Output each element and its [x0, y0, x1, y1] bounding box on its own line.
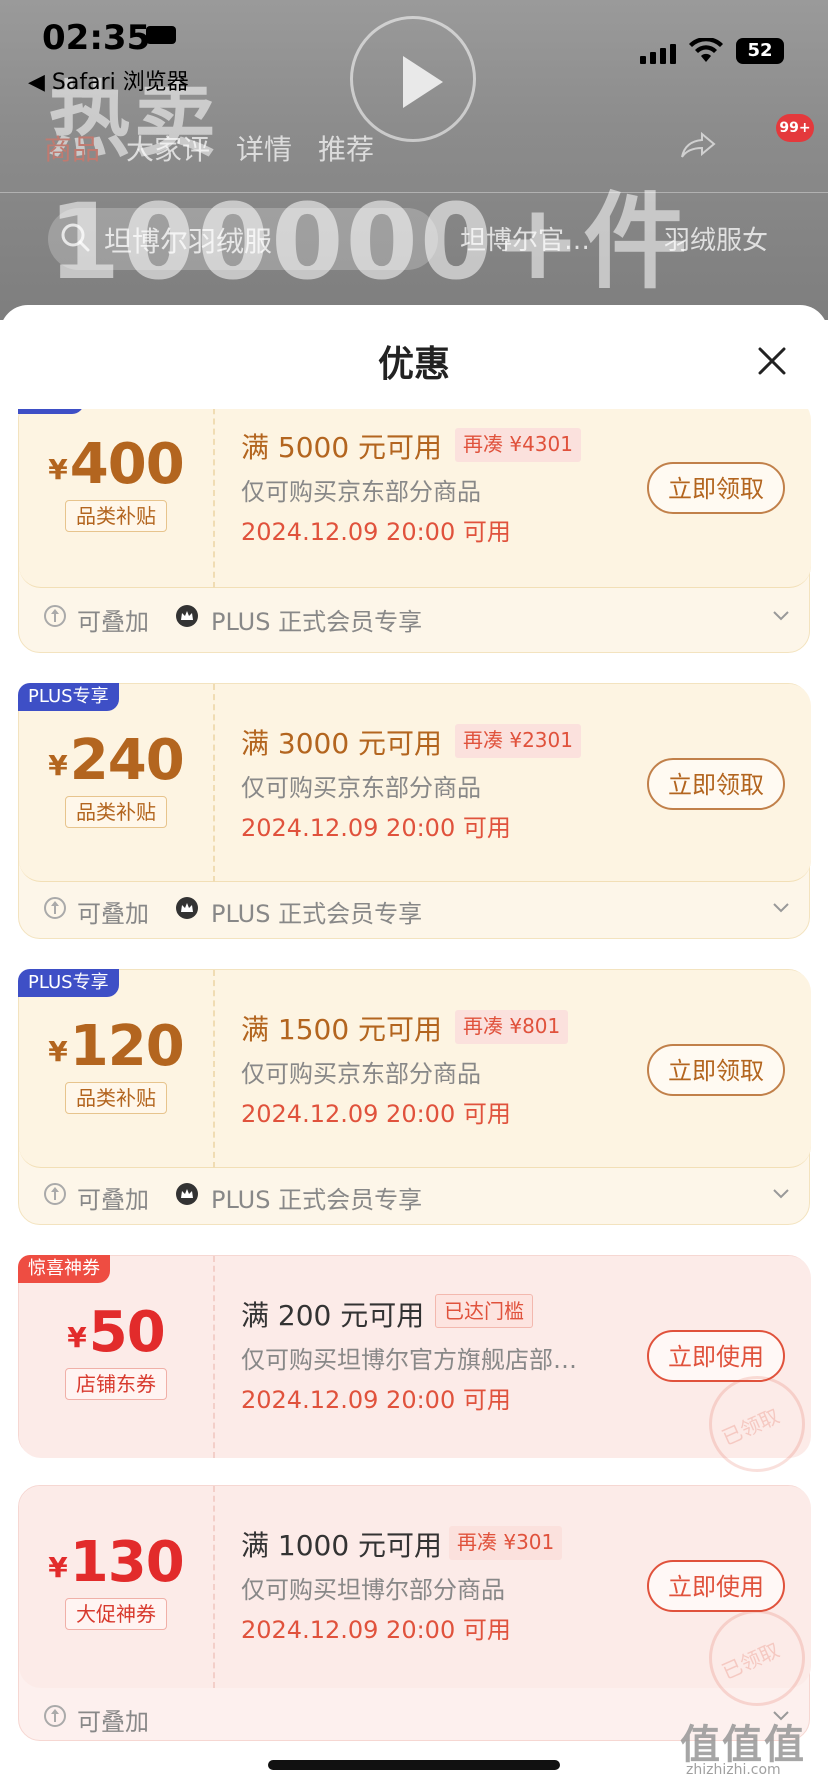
cart-count-badge: 99+ — [776, 114, 814, 142]
home-indicator[interactable] — [268, 1760, 560, 1770]
plus-member-label: PLUS 正式会员专享 — [211, 608, 423, 636]
use-button[interactable]: 立即使用 — [647, 1560, 785, 1612]
site-watermark-url: zhizhizhi.com — [686, 1762, 781, 1778]
chevron-down-icon[interactable] — [771, 1184, 791, 1204]
chevron-down-icon[interactable] — [771, 898, 791, 918]
plus-badge: PLUS专享 — [18, 683, 119, 711]
coupon-type-tag: 品类补贴 — [65, 500, 167, 532]
stackable-icon — [44, 605, 66, 627]
tab-details[interactable]: 详情 — [236, 128, 292, 168]
coupon-footer[interactable]: 可叠加 PLUS 正式会员专享 — [19, 1166, 811, 1222]
coupon-condition: 满 1000 元可用 — [241, 1529, 443, 1562]
search-tag-official[interactable]: 坦博尔官… — [460, 220, 590, 257]
coupon-scope: 仅可购买京东部分商品 — [241, 774, 481, 802]
crown-icon — [176, 1183, 198, 1205]
product-nav-tabs: 商品 大家评 详情 推荐 — [44, 128, 374, 168]
coupon-card: ¥130 大促神券 满 1000 元可用 再凑 ¥301 仅可购买坦博尔部分商品… — [18, 1485, 811, 1741]
stackable-label: 可叠加 — [77, 1708, 149, 1736]
stackable-icon — [44, 897, 66, 919]
coupon-valid-date: 2024.12.09 20:00 可用 — [241, 814, 511, 842]
crown-icon — [176, 897, 198, 919]
coupon-scope: 仅可购买坦博尔部分商品 — [241, 1576, 505, 1604]
coupon-scope: 仅可购买京东部分商品 — [241, 478, 481, 506]
wifi-icon — [689, 38, 723, 62]
tab-recommend[interactable]: 推荐 — [318, 128, 374, 168]
plus-member-label: PLUS 正式会员专享 — [211, 1186, 423, 1214]
coupon-card: PLUS专享 ¥120 品类补贴 满 1500 元可用 再凑 ¥801 仅可购买… — [18, 969, 811, 1225]
stackable-label: 可叠加 — [77, 608, 149, 636]
tab-product[interactable]: 商品 — [44, 128, 100, 168]
coupon-valid-date: 2024.12.09 20:00 可用 — [241, 518, 511, 546]
coupon-type-tag: 大促神券 — [65, 1598, 167, 1630]
coupon-amount: ¥240 — [48, 728, 184, 793]
claim-button[interactable]: 立即领取 — [647, 758, 785, 810]
coupon-card: 惊喜神券 ¥50 店铺东券 满 200 元可用 已达门槛 仅可购买坦博尔官方旗舰… — [18, 1255, 811, 1472]
plus-member-label: PLUS 正式会员专享 — [211, 900, 423, 928]
claimed-stamp: 已领取 — [709, 1376, 805, 1472]
share-icon[interactable] — [680, 132, 716, 158]
stackable-icon — [44, 1183, 66, 1205]
coupon-type-tag: 店铺东券 — [65, 1368, 167, 1400]
status-time: 02:35 — [42, 18, 151, 58]
coupon-card: ¥400 品类补贴 满 5000 元可用 再凑 ¥4301 仅可购买京东部分商品… — [18, 409, 811, 653]
cellular-signal-icon — [640, 44, 676, 64]
search-icon — [61, 223, 90, 252]
coupon-type-tag: 品类补贴 — [65, 796, 167, 828]
coupon-amount: ¥50 — [67, 1300, 165, 1365]
coupon-scope: 仅可购买京东部分商品 — [241, 1060, 481, 1088]
divider — [213, 970, 215, 1168]
plus-badge — [18, 409, 84, 414]
stackable-label: 可叠加 — [77, 1186, 149, 1214]
coupon-scope: 仅可购买坦博尔官方旗舰店部… — [241, 1346, 577, 1374]
coupon-footer[interactable]: 可叠加 PLUS 正式会员专享 — [19, 880, 811, 936]
surprise-badge: 惊喜神券 — [18, 1255, 110, 1283]
chevron-down-icon[interactable] — [771, 606, 791, 626]
coupon-condition: 满 1500 元可用 — [241, 1013, 443, 1046]
divider — [213, 1486, 215, 1688]
claim-button[interactable]: 立即领取 — [647, 1044, 785, 1096]
divider — [0, 192, 828, 193]
amount-needed-tag: 再凑 ¥301 — [449, 1526, 563, 1560]
coupon-amount: ¥130 — [48, 1530, 184, 1595]
coupon-condition: 满 200 元可用 — [241, 1299, 425, 1332]
coupon-list[interactable]: ¥400 品类补贴 满 5000 元可用 再凑 ¥4301 仅可购买京东部分商品… — [0, 409, 828, 1792]
stackable-icon — [44, 1705, 66, 1727]
divider — [213, 684, 215, 882]
threshold-reached-tag: 已达门槛 — [435, 1294, 533, 1328]
tab-reviews[interactable]: 大家评 — [126, 128, 210, 168]
coupon-amount: ¥400 — [48, 432, 184, 497]
product-page-background: 热卖 100000+件 02:35 ◀ Safari 浏览器 52 商品 大家评… — [0, 0, 828, 320]
amount-needed-tag: 再凑 ¥4301 — [455, 428, 581, 462]
sleep-focus-icon — [146, 26, 176, 44]
coupon-sheet: 优惠 ¥400 品类补贴 满 5000 元可用 再凑 ¥4301 仅可购买京东部… — [0, 305, 828, 1792]
coupon-footer[interactable]: 可叠加 PLUS 正式会员专享 — [19, 588, 811, 644]
coupon-valid-date: 2024.12.09 20:00 可用 — [241, 1386, 511, 1414]
stackable-label: 可叠加 — [77, 900, 149, 928]
search-tag-down-jacket[interactable]: 羽绒服女 — [664, 220, 768, 257]
claim-button[interactable]: 立即领取 — [647, 462, 785, 514]
search-query: 坦博尔羽绒服 — [104, 225, 273, 258]
coupon-condition: 满 3000 元可用 — [241, 727, 443, 760]
crown-icon — [176, 605, 198, 627]
video-play-button[interactable] — [350, 16, 476, 142]
battery-indicator: 52 — [736, 38, 784, 64]
coupon-card: PLUS专享 ¥240 品类补贴 满 3000 元可用 再凑 ¥2301 仅可购… — [18, 683, 811, 939]
coupon-condition: 满 5000 元可用 — [241, 431, 443, 464]
amount-needed-tag: 再凑 ¥801 — [455, 1010, 569, 1044]
sheet-title: 优惠 — [377, 344, 450, 385]
divider — [213, 1256, 215, 1458]
plus-badge: PLUS专享 — [18, 969, 119, 997]
coupon-valid-date: 2024.12.09 20:00 可用 — [241, 1100, 511, 1128]
use-button[interactable]: 立即使用 — [647, 1330, 785, 1382]
coupon-valid-date: 2024.12.09 20:00 可用 — [241, 1616, 511, 1644]
coupon-type-tag: 品类补贴 — [65, 1082, 167, 1114]
amount-needed-tag: 再凑 ¥2301 — [455, 724, 581, 758]
coupon-amount: ¥120 — [48, 1014, 184, 1079]
close-icon[interactable] — [752, 341, 792, 381]
back-to-safari-link[interactable]: ◀ Safari 浏览器 — [28, 64, 189, 96]
divider — [213, 409, 215, 588]
